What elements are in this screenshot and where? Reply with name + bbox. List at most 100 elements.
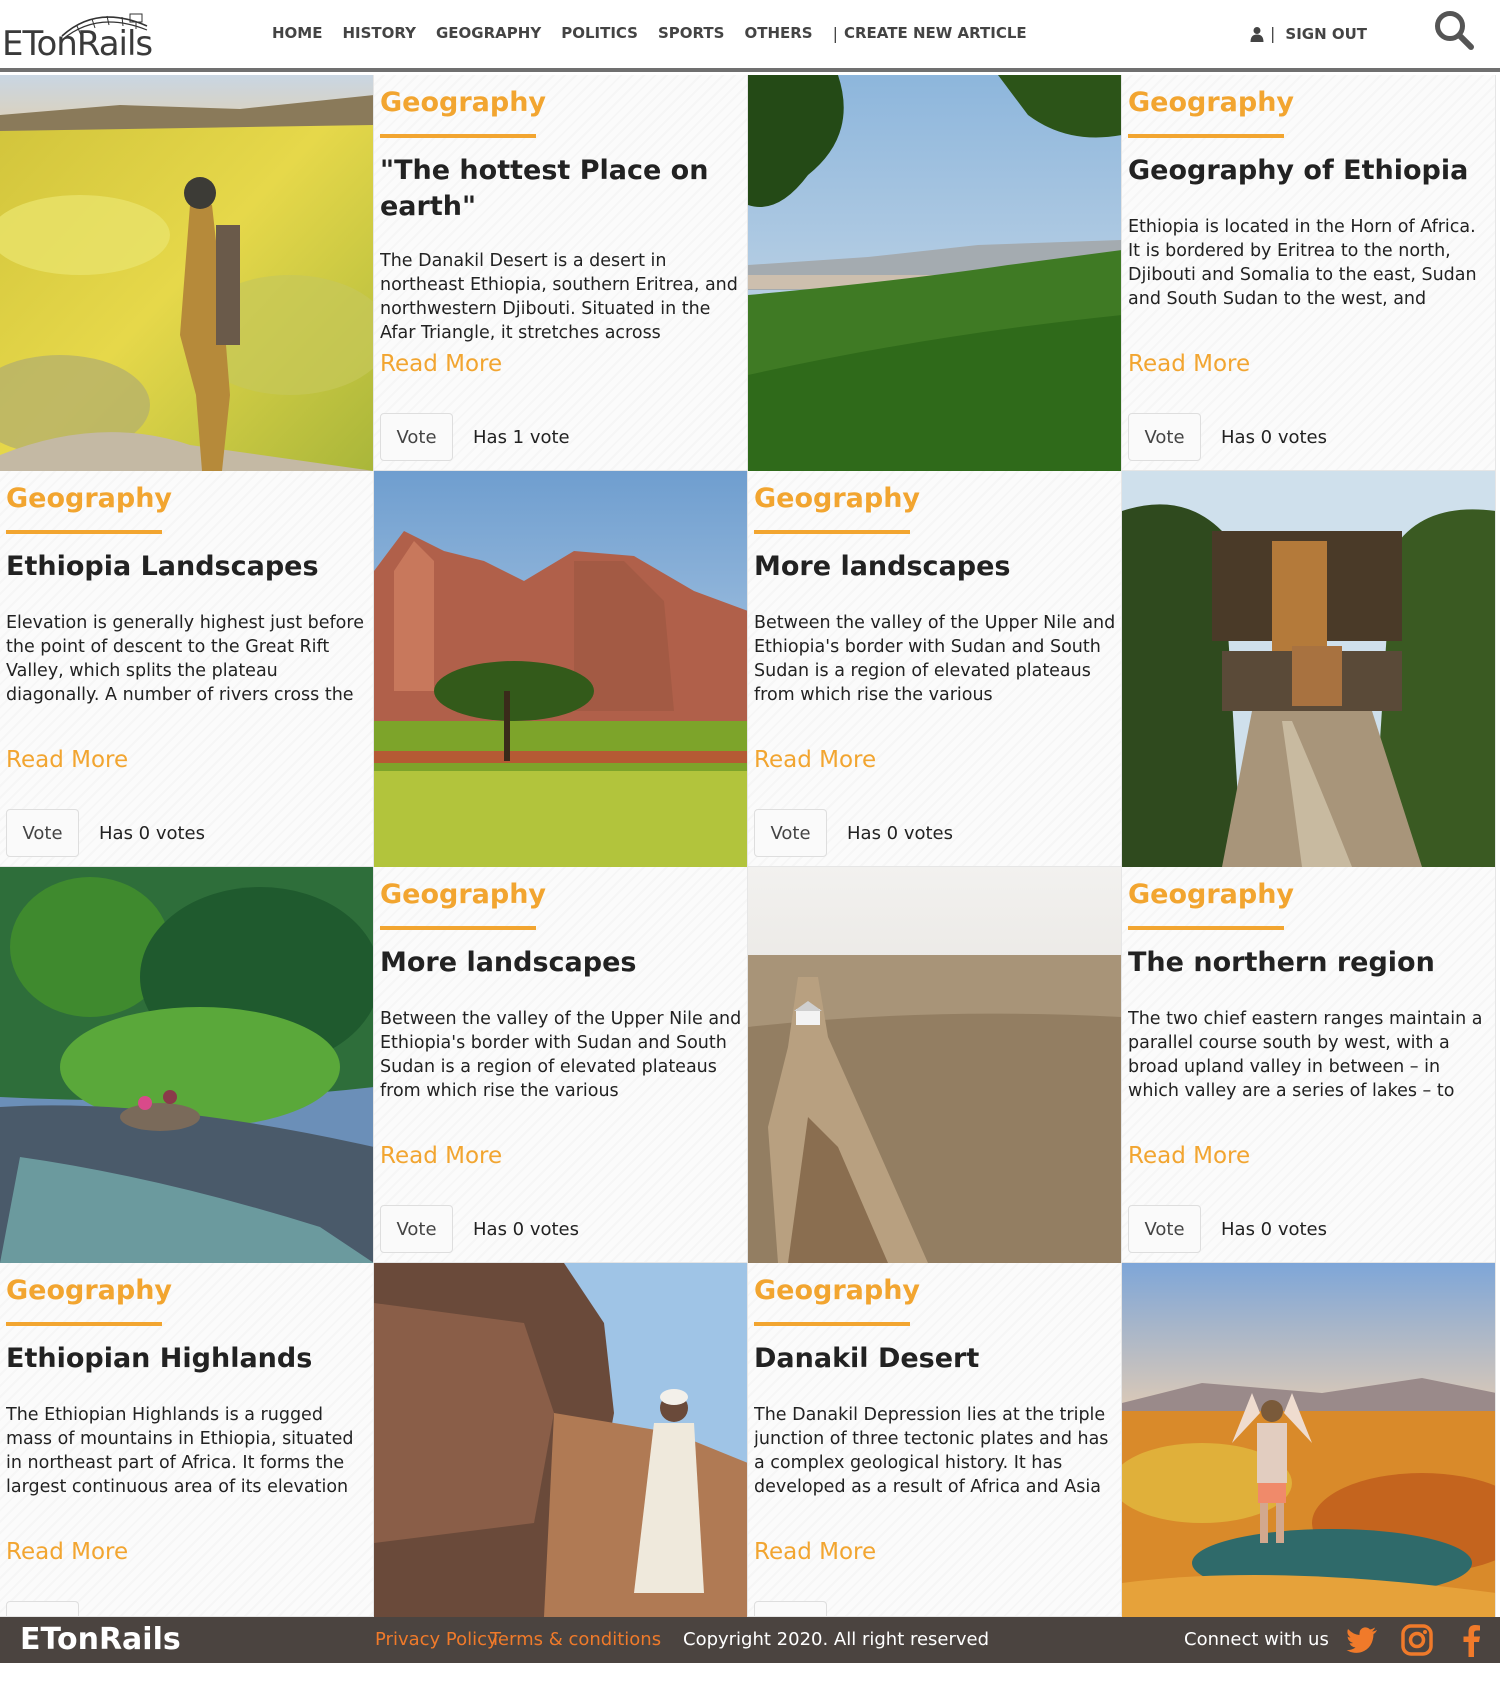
connect-label: Connect with us [1184,1629,1329,1650]
read-more-link[interactable]: Read More [1128,351,1250,377]
article-description: Between the valley of the Upper Nile and… [380,1009,742,1101]
article-category[interactable]: Geography [1128,87,1294,118]
article-title: More landscapes [380,947,637,978]
article-category[interactable]: Geography [1128,879,1294,910]
nav-create-article[interactable]: CREATE NEW ARTICLE [844,24,1027,43]
top-navbar: ETonRails HOME HISTORY GEOGRAPHY POLITIC… [0,0,1500,72]
vote-button[interactable]: Vote [380,413,453,461]
vote-button[interactable]: Vote [754,809,827,857]
article-category[interactable]: Geography [380,87,546,118]
forest-valley-photo [748,75,1121,471]
facebook-icon[interactable] [1455,1623,1489,1657]
vote-button[interactable]: Vote [6,1601,79,1616]
copyright-text: Copyright 2020. All right reserved [683,1629,990,1650]
rock-church-photo [748,867,1121,1263]
category-underline [754,1322,910,1326]
nav-history[interactable]: HISTORY [342,24,416,43]
read-more-link[interactable]: Read More [380,1143,502,1169]
user-icon[interactable] [1250,26,1264,42]
read-more-link[interactable]: Read More [754,747,876,773]
article-card: Geography Ethiopian Highlands The Ethiop… [0,1263,374,1617]
category-underline [6,530,162,534]
article-photo[interactable] [374,1263,748,1617]
instagram-icon[interactable] [1400,1623,1434,1657]
nav-politics[interactable]: POLITICS [561,24,638,43]
dallol-traveler-photo [1122,1263,1495,1617]
category-underline [1128,134,1284,138]
article-description: Elevation is generally highest just befo… [6,613,364,705]
article-photo[interactable] [1122,471,1496,867]
main-nav: HOME HISTORY GEOGRAPHY POLITICS SPORTS O… [272,24,1047,43]
nav-geography[interactable]: GEOGRAPHY [436,24,541,43]
category-underline [1128,926,1284,930]
sulfur-springs-photo [0,75,373,471]
vote-button[interactable]: Vote [6,809,79,857]
category-underline [754,530,910,534]
vote-count: Has 0 votes [847,823,954,844]
article-title: The northern region [1128,947,1435,978]
sign-out-link[interactable]: SIGN OUT [1285,25,1367,43]
nav-others[interactable]: OTHERS [744,24,812,43]
article-photo[interactable] [0,75,374,471]
page-bottom-space [0,1663,1500,1707]
category-underline [380,134,536,138]
article-photo[interactable] [1122,1263,1496,1617]
article-category[interactable]: Geography [754,1275,920,1306]
user-area: | SIGN OUT [1250,24,1367,43]
article-card: Geography Danakil Desert The Danakil Dep… [748,1263,1122,1617]
category-underline [380,926,536,930]
vote-count: Has 1 vote [473,427,570,448]
article-category[interactable]: Geography [380,879,546,910]
read-more-link[interactable]: Read More [380,351,502,377]
article-title: More landscapes [754,551,1011,582]
vote-count: Has 0 votes [1221,1219,1328,1240]
page: ETonRails HOME HISTORY GEOGRAPHY POLITIC… [0,0,1500,1707]
vote-button[interactable]: Vote [754,1601,827,1616]
footer-brand[interactable]: ETonRails [20,1622,181,1657]
nav-home[interactable]: HOME [272,24,322,43]
article-card: Geography More landscapes Between the va… [748,471,1122,867]
article-photo[interactable] [748,867,1122,1263]
priest-on-cliff-photo [374,1263,747,1617]
article-photo[interactable] [374,471,748,867]
article-title: Ethiopia Landscapes [6,551,319,582]
vote-count: Has 0 votes [1221,427,1328,448]
article-category[interactable]: Geography [754,483,920,514]
read-more-link[interactable]: Read More [6,1539,128,1565]
article-description: The Danakil Desert is a desert in northe… [380,251,738,343]
article-title: Ethiopian Highlands [6,1343,313,1374]
read-more-link[interactable]: Read More [754,1539,876,1565]
logo-text: ETonRails [2,24,153,64]
article-photo[interactable] [748,75,1122,471]
article-card: Geography The northern region The two ch… [1122,867,1496,1263]
terms-link[interactable]: Terms & conditions [490,1629,661,1650]
mountain-cliffs-photo [374,471,747,867]
search-icon[interactable] [1432,8,1476,52]
twitter-icon[interactable] [1345,1623,1379,1657]
vote-count: Has 0 votes [473,1219,580,1240]
user-separator: | [1270,24,1276,43]
article-description: Between the valley of the Upper Nile and… [754,613,1116,705]
read-more-link[interactable]: Read More [6,747,128,773]
article-card: Geography Ethiopia Landscapes Elevation … [0,471,374,867]
river-stream-photo [0,867,373,1263]
category-underline [6,1322,162,1326]
article-photo[interactable] [0,867,374,1263]
article-description: The Danakil Depression lies at the tripl… [754,1405,1109,1497]
article-category[interactable]: Geography [6,483,172,514]
article-description: Ethiopia is located in the Horn of Afric… [1128,217,1477,309]
logo[interactable]: ETonRails [2,6,153,68]
vote-button[interactable]: Vote [1128,1205,1201,1253]
vote-count: Has 0 votes [99,823,206,844]
article-card: Geography "The hottest Place on earth" T… [374,75,748,471]
article-title: "The hottest Place on earth" [380,155,709,222]
article-description: The two chief eastern ranges maintain a … [1128,1009,1483,1101]
read-more-link[interactable]: Read More [1128,1143,1250,1169]
nav-sports[interactable]: SPORTS [658,24,724,43]
privacy-policy-link[interactable]: Privacy Policy [375,1629,498,1650]
article-card: Geography Geography of Ethiopia Ethiopia… [1122,75,1496,471]
vote-button[interactable]: Vote [1128,413,1201,461]
vote-button[interactable]: Vote [380,1205,453,1253]
article-category[interactable]: Geography [6,1275,172,1306]
article-title: Geography of Ethiopia [1128,155,1469,186]
